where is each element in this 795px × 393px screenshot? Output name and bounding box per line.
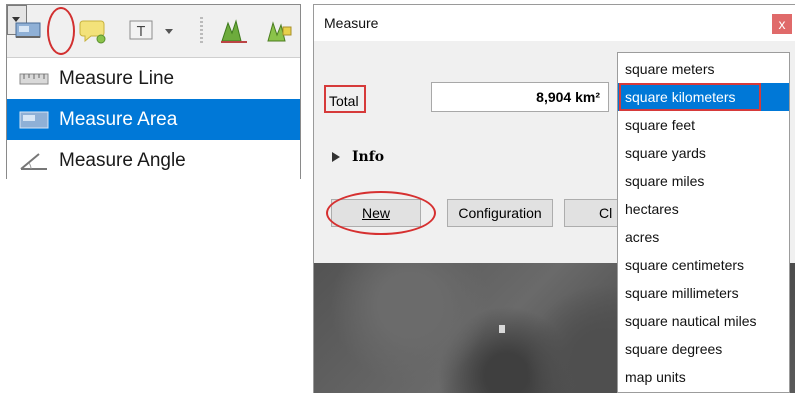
dropdown-arrow-icon xyxy=(12,17,20,22)
new-button-highlight-circle xyxy=(326,191,436,235)
info-section-toggle[interactable]: Info xyxy=(332,147,384,167)
profile-tool-icon[interactable] xyxy=(219,17,249,43)
unit-option[interactable]: square miles xyxy=(618,167,789,195)
measure-area-icon xyxy=(19,110,49,130)
label-tool-icon[interactable] xyxy=(265,17,295,43)
measure-toolbar-panel: T Measure Line Measure Area Measure Angl… xyxy=(6,4,301,181)
total-value-field: 8,904 km² xyxy=(431,82,609,112)
toolbar: T xyxy=(7,5,300,57)
unit-option[interactable]: square feet xyxy=(618,111,789,139)
dropdown-highlight-circle xyxy=(47,7,75,55)
menu-item-label: Measure Line xyxy=(59,67,175,89)
unit-option[interactable]: square nautical miles xyxy=(618,307,789,335)
unit-option[interactable]: square meters xyxy=(618,55,789,83)
configuration-button[interactable]: Configuration xyxy=(447,199,553,227)
close-icon[interactable]: x xyxy=(772,14,792,34)
map-feature xyxy=(499,325,505,333)
unit-option[interactable]: map units xyxy=(618,363,789,391)
menu-item-measure-area[interactable]: Measure Area xyxy=(7,99,300,140)
annotation-icon[interactable] xyxy=(79,17,107,44)
toolbar-separator xyxy=(200,17,203,45)
area-units-dropdown-list: square meters square kilometers square fee… xyxy=(617,52,790,393)
measure-menu: Measure Line Measure Area Measure Angle xyxy=(7,57,300,181)
dialog-title: Measure xyxy=(324,15,379,31)
unit-option[interactable]: square yards xyxy=(618,139,789,167)
info-label: Info xyxy=(352,149,385,165)
total-label: Total xyxy=(324,85,366,113)
unit-option[interactable]: square millimeters xyxy=(618,279,789,307)
selected-unit-highlight-box xyxy=(619,83,761,111)
svg-text:T: T xyxy=(136,25,145,40)
text-dropdown-arrow-icon[interactable] xyxy=(165,29,173,34)
unit-option[interactable]: square degrees xyxy=(618,335,789,363)
menu-item-measure-line[interactable]: Measure Line xyxy=(7,58,300,99)
menu-item-measure-angle[interactable]: Measure Angle xyxy=(7,140,300,181)
measure-angle-icon xyxy=(19,151,49,171)
unit-option[interactable]: square centimeters xyxy=(618,251,789,279)
text-annotation-icon[interactable]: T xyxy=(127,17,155,43)
unit-option[interactable]: hectares xyxy=(618,195,789,223)
menu-item-label: Measure Area xyxy=(59,108,178,130)
expand-triangle-icon xyxy=(332,152,340,162)
menu-item-label: Measure Angle xyxy=(59,149,186,171)
unit-option[interactable]: acres xyxy=(618,223,789,251)
close-button[interactable]: Cl xyxy=(564,199,624,227)
dialog-titlebar: Measure x xyxy=(314,5,795,41)
measure-line-icon xyxy=(19,69,49,89)
